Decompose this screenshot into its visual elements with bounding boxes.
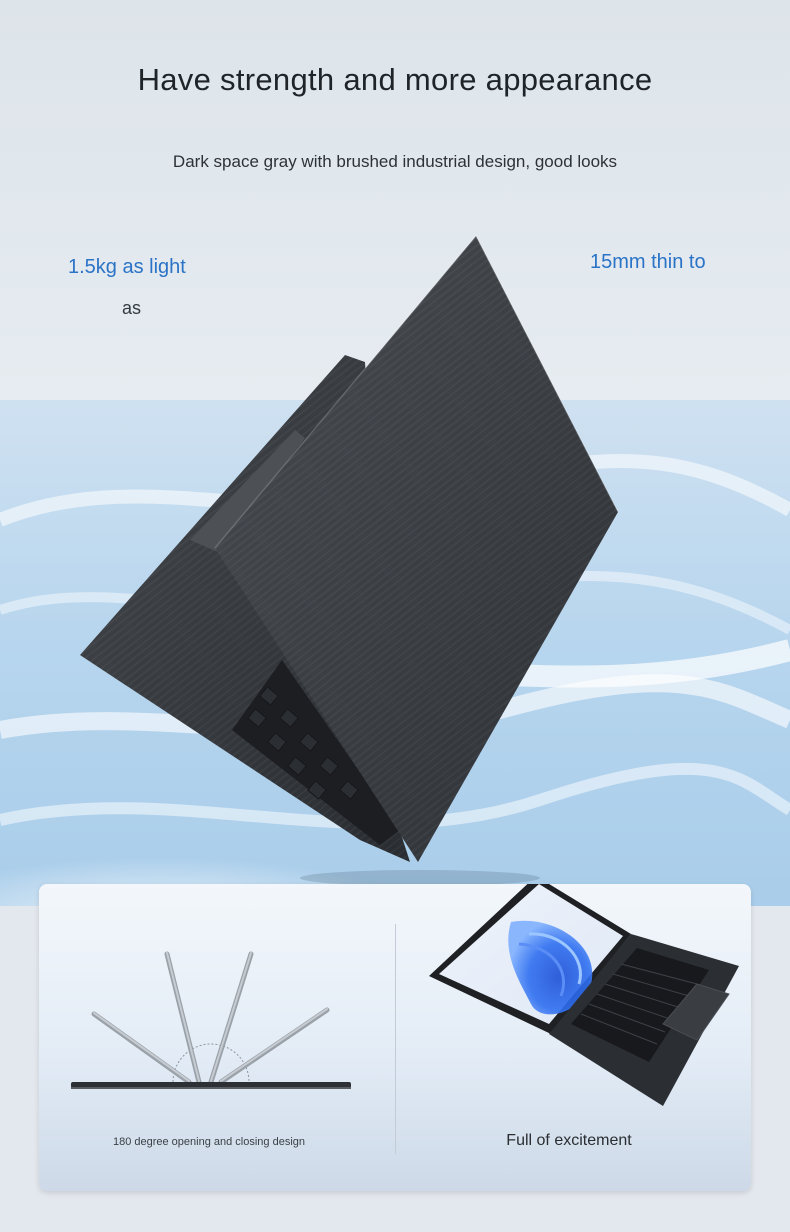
opening-caption: 180 degree opening and closing design	[112, 1136, 306, 1148]
hero-laptop-image	[80, 234, 619, 886]
open-laptop-image	[429, 884, 739, 1106]
card-divider	[395, 924, 396, 1154]
excitement-caption: Full of excitement	[506, 1132, 632, 1149]
features-card: 180 degree opening and closing design Fu…	[39, 884, 751, 1191]
opening-angle-illustration	[71, 951, 351, 1089]
